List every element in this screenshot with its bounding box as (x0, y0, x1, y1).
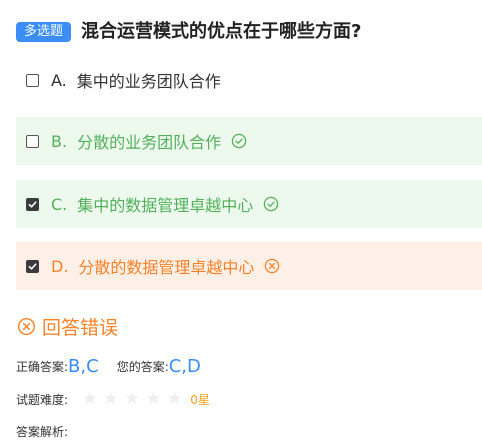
option-c-letter: C. (51, 194, 68, 214)
question-title: 混合运营模式的优点在于哪些方面? (81, 21, 362, 42)
option-b-text: 分散的业务团队合作 (77, 133, 222, 152)
option-d-text: 分散的数据管理卓越中心 (78, 258, 255, 277)
option-a-text: 集中的业务团队合作 (76, 72, 221, 91)
difficulty-row: 试题难度: ★ ★ ★ ★ ★ 0星 (16, 389, 210, 409)
question-header: 多选题 混合运营模式的优点在于哪些方面? (16, 20, 361, 44)
option-a-letter: A. (51, 70, 67, 90)
option-c-text: 集中的数据管理卓越中心 (77, 196, 254, 215)
quiz-result-page: 多选题 混合运营模式的优点在于哪些方面? A. 集中的业务团队合作 B. 分散的… (0, 0, 482, 446)
option-c[interactable]: C. 集中的数据管理卓越中心 (16, 180, 482, 228)
correct-answer-label: 正确答案: (16, 359, 69, 374)
option-c-checkbox[interactable] (26, 197, 39, 211)
analysis-label: 答案解析: (16, 424, 69, 439)
analysis-row: 答案解析: (16, 422, 68, 440)
difficulty-stars: ★ ★ ★ ★ ★ (82, 388, 188, 409)
x-circle-icon (17, 317, 36, 336)
star-icon: ★ (103, 388, 119, 409)
x-circle-icon (264, 258, 280, 274)
question-type-badge: 多选题 (16, 22, 72, 42)
option-d-checkbox[interactable] (26, 259, 39, 273)
option-d-letter: D. (51, 256, 69, 276)
your-answer-value: C,D (168, 355, 201, 377)
check-circle-icon (263, 196, 279, 212)
option-b-checkbox[interactable] (26, 134, 39, 148)
option-b-letter: B. (51, 131, 68, 151)
check-circle-icon (231, 133, 247, 149)
correct-answer-value: B,C (68, 355, 99, 377)
star-icon: ★ (167, 388, 183, 409)
option-a-checkbox[interactable] (26, 73, 39, 87)
difficulty-text: 0星 (190, 392, 210, 407)
option-a[interactable]: A. 集中的业务团队合作 (16, 56, 482, 104)
checkmark-icon (28, 262, 37, 270)
difficulty-label: 试题难度: (16, 392, 69, 407)
option-d[interactable]: D. 分散的数据管理卓越中心 (16, 242, 482, 290)
your-answer-label: 您的答案: (116, 359, 169, 374)
option-b[interactable]: B. 分散的业务团队合作 (16, 117, 482, 165)
result-status: 回答错误 (17, 313, 118, 340)
star-icon: ★ (82, 388, 98, 409)
star-icon: ★ (124, 388, 140, 409)
star-icon: ★ (145, 388, 162, 409)
result-text: 回答错误 (42, 317, 119, 339)
checkmark-icon (28, 200, 37, 208)
answers-row: 正确答案: B,C 您的答案: C,D (16, 354, 219, 378)
